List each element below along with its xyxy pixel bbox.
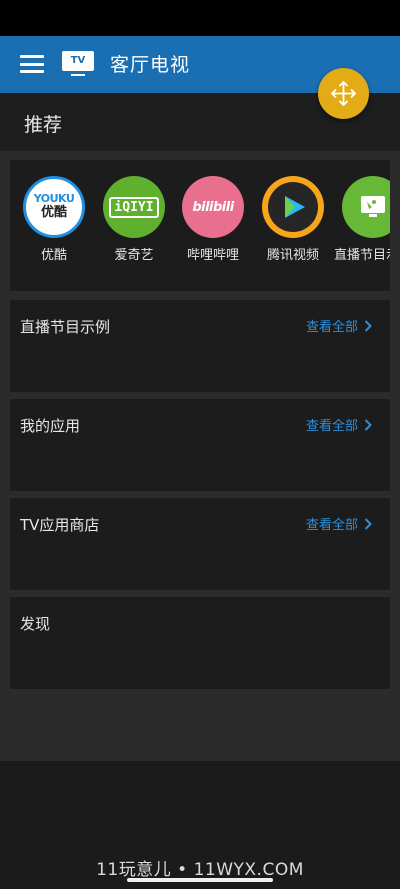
move-arrows-icon: [331, 81, 356, 106]
section-title: 发现: [20, 615, 51, 633]
youku-logo-top: YOUKU: [33, 192, 75, 205]
view-all-link[interactable]: 查看全部: [306, 316, 372, 335]
view-all-label: 查看全部: [305, 419, 358, 434]
section-title: TV应用商店: [20, 516, 100, 534]
play-icon: [285, 196, 305, 218]
app-title: 客厅电视: [110, 54, 191, 76]
view-all-link[interactable]: 查看全部: [306, 415, 372, 434]
bilibili-logo-icon: bilibili: [182, 176, 244, 238]
section-live-demo: 直播节目示例 查看全部: [10, 300, 390, 392]
tv-badge: TV: [62, 51, 94, 71]
app-tile-iqiyi[interactable]: iQIYI 爱奇艺: [94, 176, 174, 265]
youku-logo-bottom: 优酷: [40, 205, 67, 220]
chevron-right-icon: [364, 418, 372, 431]
bilibili-logo-text: bilibili: [192, 199, 234, 215]
app-tile-bilibili[interactable]: bilibili 哔哩哔哩: [173, 176, 253, 265]
app-label: 腾讯视频: [266, 248, 319, 263]
app-label: 直播节目示例: [333, 248, 390, 263]
youku-logo-icon: YOUKU 优酷: [23, 176, 85, 238]
view-all-label: 查看全部: [305, 518, 358, 533]
watermark-text: 11玩意儿 • 11WYX.COM: [96, 860, 304, 880]
live-program-logo-icon: [342, 176, 390, 238]
satellite-icon: [361, 196, 385, 217]
recommend-card: YOUKU 优酷 优酷 iQIYI 爱奇艺 bilibili 哔哩哔哩 腾讯视频: [10, 160, 390, 291]
chevron-right-icon: [364, 319, 372, 332]
view-all-link[interactable]: 查看全部: [306, 514, 372, 533]
section-my-apps: 我的应用 查看全部: [10, 399, 390, 491]
tv-icon: TV: [62, 51, 94, 77]
section-tv-app-store: TV应用商店 查看全部: [10, 498, 390, 590]
iqiyi-logo-text: iQIYI: [109, 196, 159, 218]
home-indicator[interactable]: [127, 878, 273, 882]
view-all-label: 查看全部: [305, 320, 358, 335]
app-tile-youku[interactable]: YOUKU 优酷 优酷: [14, 176, 94, 265]
status-bar: [0, 0, 400, 36]
section-discover: 发现: [10, 597, 390, 689]
recommend-title: 推荐: [24, 114, 63, 136]
iqiyi-logo-icon: iQIYI: [103, 176, 165, 238]
hamburger-menu-icon[interactable]: [20, 55, 44, 73]
app-label: 爱奇艺: [114, 248, 154, 263]
chevron-right-icon: [364, 517, 372, 530]
section-title: 直播节目示例: [20, 318, 111, 336]
section-title: 我的应用: [20, 417, 81, 435]
app-label: 优酷: [40, 248, 67, 263]
tencent-video-logo-icon: [262, 176, 324, 238]
move-fab-button[interactable]: [318, 68, 369, 119]
app-tile-tencent-video[interactable]: 腾讯视频: [253, 176, 333, 265]
app-label: 哔哩哔哩: [186, 248, 239, 263]
app-tile-live-demo[interactable]: 直播节目示例: [333, 176, 390, 265]
